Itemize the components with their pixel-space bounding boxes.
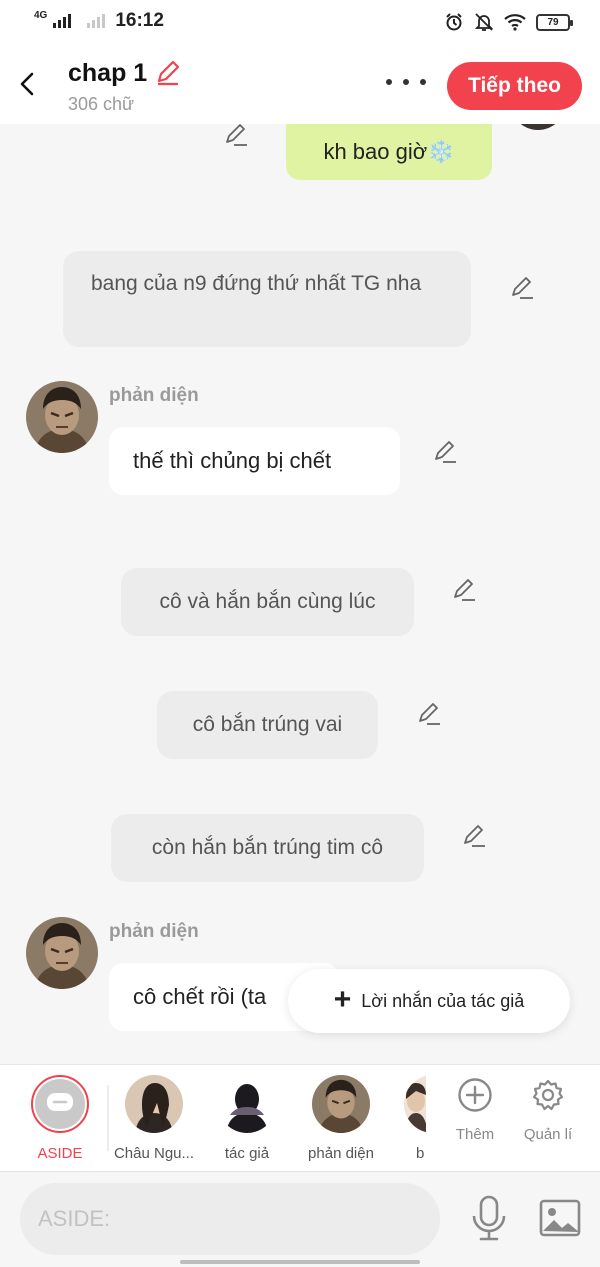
narration-text: cô bắn trúng vai bbox=[192, 713, 343, 736]
input-bar bbox=[0, 1172, 600, 1267]
character-avatar bbox=[404, 1075, 426, 1133]
character-bar: ASIDE Châu Ngu... tác giả phản diện b Th… bbox=[0, 1064, 600, 1172]
narration-text: bang của n9 đứng thứ nhất TG nha bbox=[91, 272, 422, 295]
battery-level: 79 bbox=[547, 16, 559, 28]
character-avatar bbox=[312, 1075, 370, 1133]
villain-avatar[interactable] bbox=[26, 917, 98, 989]
character-name: ASIDE bbox=[37, 1145, 83, 1162]
status-bar: 4G 16:12 79 bbox=[0, 0, 600, 46]
message-text: thế thì chủng bị chết bbox=[133, 448, 332, 473]
narration-text: cô và hắn bắn cùng lúc bbox=[159, 590, 376, 613]
alarm-icon bbox=[446, 13, 462, 31]
edit-message-icon[interactable] bbox=[431, 438, 459, 466]
battery-icon: 79 bbox=[536, 13, 573, 31]
character-name: tác giả bbox=[224, 1145, 270, 1162]
narration-bubble[interactable]: bang của n9 đứng thứ nhất TG nha bbox=[63, 251, 471, 347]
add-character-button[interactable]: Thêm bbox=[450, 1077, 500, 1143]
network-type: 4G bbox=[34, 9, 48, 21]
signal-bars-icon bbox=[53, 14, 72, 28]
wifi-icon bbox=[504, 14, 526, 31]
chapter-header: chap 1 306 chữ Tiếp theo bbox=[0, 46, 600, 124]
manage-button[interactable]: Quản lí bbox=[520, 1077, 576, 1143]
message-text: cô chết rồi (ta bbox=[133, 984, 267, 1009]
back-arrow-icon[interactable] bbox=[14, 70, 42, 98]
aside-avatar bbox=[31, 1075, 89, 1133]
edit-title-icon[interactable] bbox=[153, 58, 183, 88]
character-name: phản diện bbox=[308, 1145, 374, 1162]
character-author[interactable]: tác giả bbox=[214, 1075, 280, 1162]
message-input[interactable] bbox=[20, 1183, 440, 1255]
signal-bars-2-icon bbox=[87, 14, 106, 28]
character-name: Châu Ngu... bbox=[113, 1145, 195, 1162]
chat-bubble-icon bbox=[47, 1093, 73, 1111]
message-text: kh bao giờ❄️ bbox=[323, 139, 455, 164]
speaker-name: phản diện bbox=[109, 385, 199, 406]
user-message-bubble[interactable]: kh bao giờ❄️ bbox=[286, 124, 492, 180]
home-indicator bbox=[180, 1260, 420, 1264]
user-avatar[interactable] bbox=[510, 124, 566, 130]
villain-avatar[interactable] bbox=[26, 381, 98, 453]
character-avatar bbox=[125, 1075, 183, 1133]
character-b[interactable]: b bbox=[404, 1075, 426, 1162]
add-label: Thêm bbox=[455, 1126, 495, 1143]
plus-icon: + bbox=[333, 982, 352, 1016]
bell-off-icon bbox=[474, 13, 494, 31]
divider bbox=[107, 1085, 109, 1151]
edit-message-icon[interactable] bbox=[508, 274, 536, 302]
character-villain[interactable]: phản diện bbox=[303, 1075, 379, 1162]
signal-group: 4G 16:12 bbox=[34, 10, 164, 32]
character-aside[interactable]: ASIDE bbox=[30, 1075, 90, 1162]
image-icon[interactable] bbox=[538, 1198, 582, 1238]
clock: 16:12 bbox=[115, 10, 164, 31]
author-note-button[interactable]: + Lời nhắn của tác giả bbox=[288, 969, 570, 1033]
character-message-bubble[interactable]: thế thì chủng bị chết bbox=[109, 427, 400, 495]
edit-message-icon[interactable] bbox=[222, 124, 250, 149]
edit-message-icon[interactable] bbox=[415, 700, 443, 728]
add-circle-icon bbox=[458, 1078, 492, 1112]
narration-bubble[interactable]: cô và hắn bắn cùng lúc bbox=[121, 568, 414, 636]
character-avatar bbox=[218, 1075, 276, 1133]
more-options-icon[interactable] bbox=[386, 72, 426, 92]
character-name: b bbox=[416, 1145, 425, 1162]
speaker-name: phản diện bbox=[109, 921, 199, 942]
character-chau[interactable]: Châu Ngu... bbox=[112, 1075, 196, 1162]
edit-message-icon[interactable] bbox=[450, 576, 478, 604]
edit-message-icon[interactable] bbox=[460, 822, 488, 850]
title-row: chap 1 bbox=[68, 58, 183, 88]
word-count: 306 chữ bbox=[68, 94, 135, 114]
status-icons: 79 bbox=[444, 12, 573, 32]
next-button[interactable]: Tiếp theo bbox=[447, 62, 582, 110]
chapter-title: chap 1 bbox=[68, 58, 148, 87]
narration-bubble[interactable]: còn hắn bắn trúng tim cô bbox=[111, 814, 424, 882]
microphone-icon[interactable] bbox=[468, 1194, 510, 1242]
chat-area: kh bao giờ❄️ bang của n9 đứng thứ nhất T… bbox=[0, 124, 600, 1064]
narration-bubble[interactable]: cô bắn trúng vai bbox=[157, 691, 378, 759]
manage-label: Quản lí bbox=[523, 1126, 573, 1143]
author-note-label: Lời nhắn của tác giả bbox=[361, 990, 525, 1011]
gear-icon bbox=[532, 1079, 564, 1111]
narration-text: còn hắn bắn trúng tim cô bbox=[151, 836, 384, 859]
